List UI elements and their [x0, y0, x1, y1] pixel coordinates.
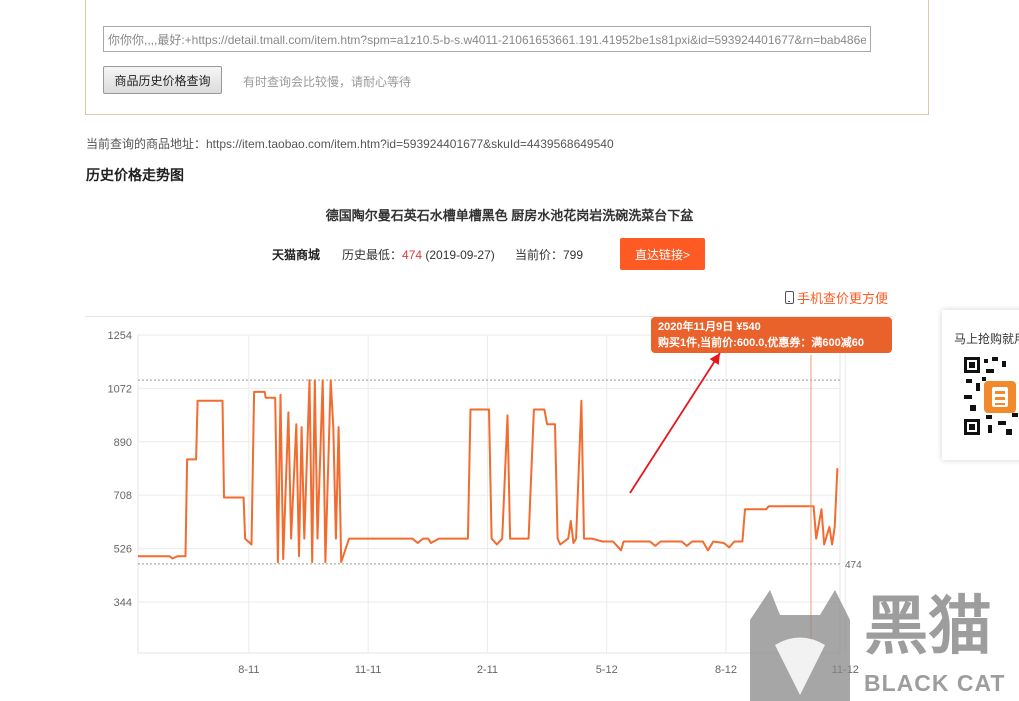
x-tick-label: 5-12: [596, 664, 618, 676]
x-tick-label: 8-11: [238, 664, 259, 676]
watermark-cn: 黑猫: [864, 590, 992, 662]
y-tick-label: 890: [114, 437, 132, 449]
current-price: 当前价：799: [515, 248, 584, 262]
side-promo-card[interactable]: 马上抢购就用: [942, 310, 1019, 460]
direct-link-button[interactable]: 直达链接>: [620, 238, 705, 270]
price-history-query-button[interactable]: 商品历史价格查询: [103, 66, 222, 94]
x-tick-label: 2-11: [477, 664, 498, 676]
side-promo-text: 马上抢购就用: [954, 332, 1019, 346]
store-name: 天猫商城: [272, 248, 321, 262]
product-name: 德国陶尔曼石英石水槽单槽黑色 厨房水池花岗岩洗碗洗菜台下盆: [325, 208, 694, 223]
qr-code-icon: [962, 355, 1019, 437]
lowest-price-date: (2019-09-27): [425, 248, 495, 262]
y-tick-label: 526: [114, 544, 132, 556]
plot-area: [137, 334, 841, 654]
x-tick-label: 11-11: [355, 664, 382, 676]
direct-link-label: 直达链接>: [634, 247, 690, 262]
query-hint: 有时查询会比较慢，请耐心等待: [243, 75, 412, 89]
query-panel: [85, 0, 929, 115]
chart-tooltip: 2020年11月9日 ¥540 购买1件,当前价:600.0,优惠券：满600减…: [651, 317, 892, 353]
y-tick-label: 344: [114, 597, 132, 609]
current-url-label: 当前查询的商品地址：https://item.taobao.com/item.h…: [86, 137, 614, 151]
y-tick-label: 1254: [108, 330, 132, 342]
y-tick-label: 708: [114, 490, 132, 502]
tooltip-line-1: 2020年11月9日 ¥540: [658, 321, 761, 333]
min-price-label: 474: [845, 560, 862, 571]
section-title: 历史价格走势图: [86, 167, 184, 183]
x-tick-label: 8-12: [715, 664, 737, 676]
tooltip-line-2: 购买1件,当前价:600.0,优惠券：满600减60: [658, 337, 865, 349]
y-tick-label: 1072: [108, 383, 132, 395]
watermark-en: BLACK CAT: [864, 670, 1006, 696]
url-input[interactable]: [103, 26, 871, 52]
mobile-price-link[interactable]: 手机查价更方便: [785, 288, 888, 307]
lowest-price-info: 历史最低：474 (2019-09-27): [342, 246, 495, 263]
phone-icon: [785, 291, 794, 304]
lowest-price-label: 历史最低：: [342, 248, 403, 262]
lowest-price-value: 474: [402, 248, 423, 262]
mobile-link-label: 手机查价更方便: [797, 291, 889, 306]
